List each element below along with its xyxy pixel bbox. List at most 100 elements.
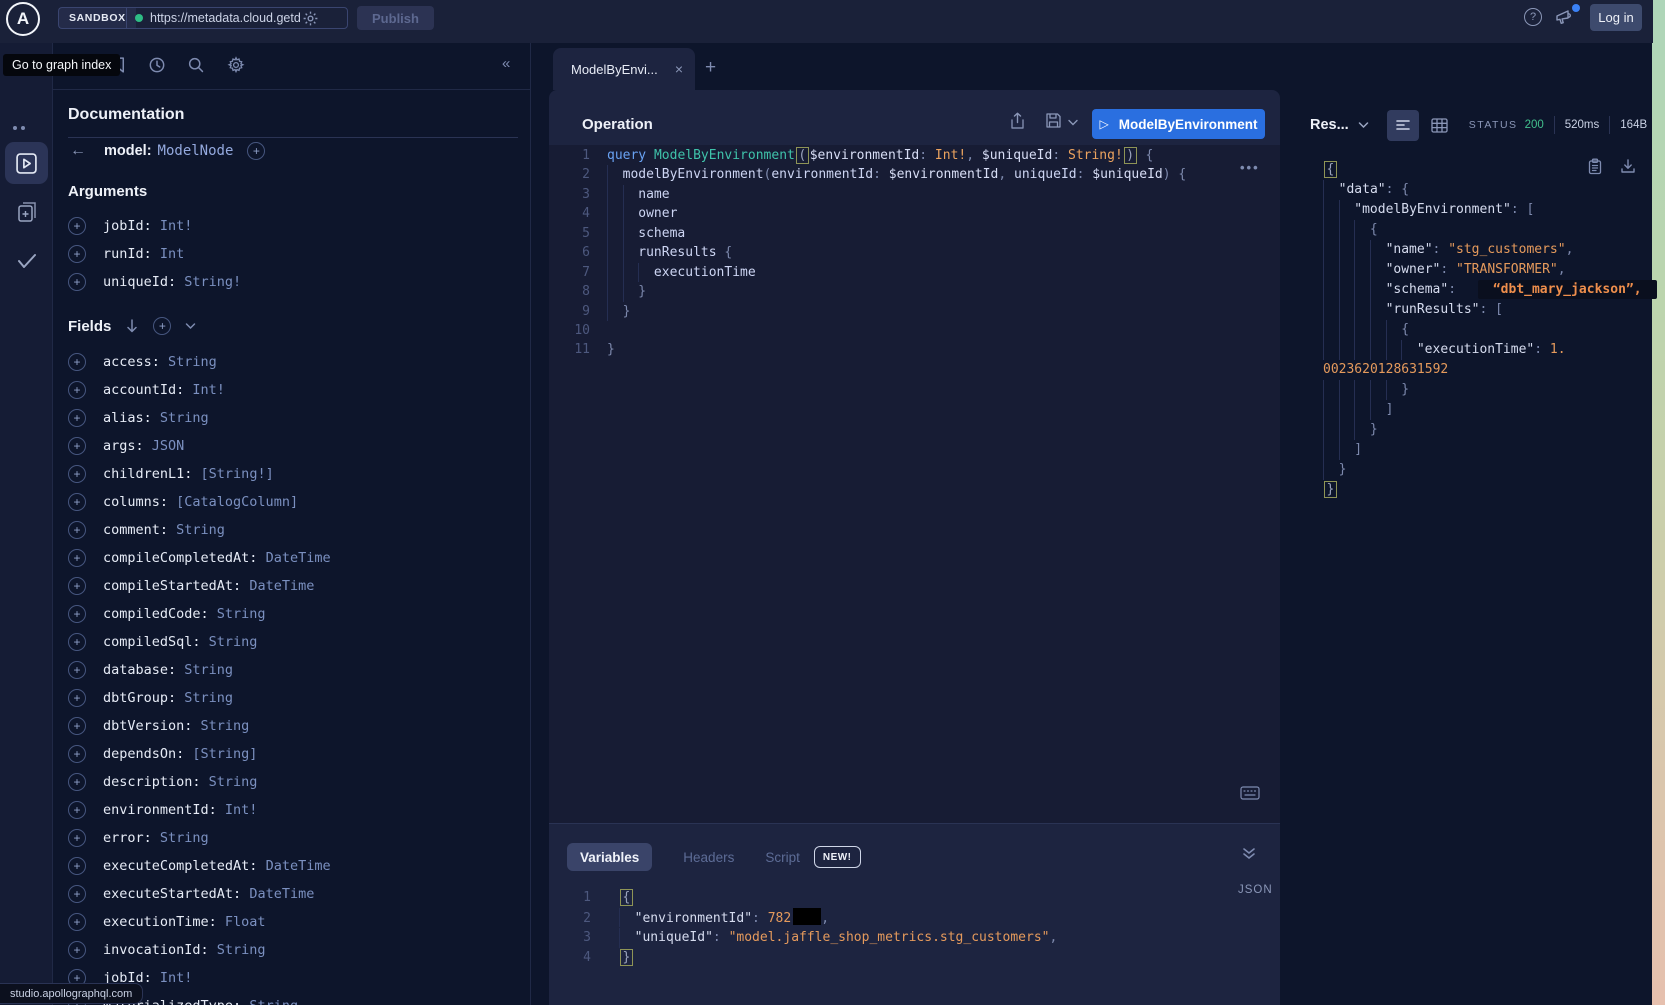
field-type[interactable]: [String!] [201,466,274,482]
variables-code-editor[interactable]: 1{2"environmentId": 782,3"uniqueId": "mo… [549,888,1269,968]
explorer-nav-item[interactable] [5,142,48,184]
schema-nav-item[interactable] [0,200,53,224]
response-title-chevron-icon[interactable] [1358,121,1369,129]
field-name[interactable]: childrenL1: [103,466,201,482]
field-name[interactable]: jobId: [103,218,160,234]
add-field-icon[interactable]: + [68,409,86,427]
add-field-icon[interactable]: + [68,353,86,371]
field-name[interactable]: dependsOn: [103,746,192,762]
field-type[interactable]: DateTime [266,858,331,874]
field-name[interactable]: runId: [103,246,160,262]
code-line[interactable]: 9} [549,302,1269,322]
code-line[interactable]: 6runResults { [549,243,1269,263]
code-line[interactable]: "modelByEnvironment": [ [1323,200,1653,220]
collapse-docs-panel-icon[interactable]: « [502,55,510,72]
field-name[interactable]: executionTime: [103,914,225,930]
field-type[interactable]: Int! [225,802,258,818]
endpoint-settings-gear-icon[interactable] [302,10,319,27]
code-line[interactable]: 3"uniqueId": "model.jaffle_shop_metrics.… [549,928,1269,948]
add-field-icon[interactable]: + [68,745,86,763]
add-field-icon[interactable]: + [68,689,86,707]
share-operation-icon[interactable] [1010,112,1025,130]
field-name[interactable]: executeCompletedAt: [103,858,266,874]
field-name[interactable]: columns: [103,494,176,510]
field-name[interactable]: dbtGroup: [103,690,184,706]
code-line[interactable]: 0023620128631592 [1323,360,1653,380]
apollo-logo[interactable]: A [6,2,40,36]
add-field-icon[interactable]: + [68,493,86,511]
code-line[interactable]: 11} [549,340,1269,359]
field-name[interactable]: environmentId: [103,802,225,818]
field-type[interactable]: DateTime [249,886,314,902]
field-name[interactable]: comment: [103,522,176,538]
code-line[interactable]: 1{ [549,888,1269,908]
search-icon[interactable] [187,56,205,74]
publish-button[interactable]: Publish [357,6,434,30]
field-type[interactable]: DateTime [249,578,314,594]
keyboard-shortcuts-icon[interactable] [1240,786,1260,800]
field-name[interactable]: accountId: [103,382,192,398]
tab-headers[interactable]: Headers [683,850,734,865]
field-name[interactable]: executeStartedAt: [103,886,249,902]
add-field-icon[interactable]: + [68,577,86,595]
field-name[interactable]: access: [103,354,168,370]
collapse-variables-icon[interactable] [1241,847,1257,861]
close-tab-icon[interactable]: × [675,61,683,77]
field-name[interactable]: database: [103,662,184,678]
field-type[interactable]: Int! [160,970,193,986]
login-button[interactable]: Log in [1590,4,1642,31]
field-name[interactable]: invocationId: [103,942,217,958]
add-field-icon[interactable]: + [68,437,86,455]
field-type[interactable]: String [201,718,250,734]
field-type[interactable]: DateTime [266,550,331,566]
settings-gear-icon[interactable] [227,56,245,74]
add-all-fields-icon[interactable]: + [153,317,171,335]
response-table-toggle[interactable] [1431,118,1448,133]
add-field-icon[interactable]: + [68,829,86,847]
field-type[interactable]: String! [184,274,241,290]
add-field-icon[interactable]: + [68,941,86,959]
code-line[interactable]: 4} [549,948,1269,968]
field-type[interactable]: String [160,410,209,426]
code-line[interactable]: "name": "stg_customers", [1323,240,1653,260]
field-name[interactable]: compileCompletedAt: [103,550,266,566]
code-line[interactable]: ] [1323,440,1653,460]
code-line[interactable]: { [1323,160,1653,180]
field-type[interactable]: String [217,606,266,622]
field-name[interactable]: compileStartedAt: [103,578,249,594]
code-line[interactable]: "data": { [1323,180,1653,200]
field-type[interactable]: [CatalogColumn] [176,494,298,510]
fields-options-chevron-icon[interactable] [185,322,196,330]
code-line[interactable]: "executionTime": 1. [1323,340,1653,360]
add-tab-icon[interactable]: + [705,57,716,79]
field-type[interactable]: [String] [192,746,257,762]
field-name[interactable]: dbtVersion: [103,718,201,734]
field-type[interactable]: String [184,662,233,678]
field-name[interactable]: args: [103,438,152,454]
add-field-icon[interactable]: + [68,773,86,791]
response-format-toggle[interactable] [1387,110,1419,141]
code-line[interactable]: 1query ModelByEnvironment($environmentId… [549,146,1269,165]
field-type[interactable]: String [249,998,298,1005]
field-type[interactable]: Int! [160,218,193,234]
code-line[interactable]: "runResults": [ [1323,300,1653,320]
docs-field-type[interactable]: ModelNode [158,143,234,159]
add-field-icon[interactable]: + [68,273,86,291]
graph-index-icon[interactable] [11,117,27,135]
field-name[interactable]: compiledCode: [103,606,217,622]
code-line[interactable]: { [1323,320,1653,340]
field-type[interactable]: Float [225,914,266,930]
code-line[interactable]: 2"environmentId": 782, [549,908,1269,929]
code-line[interactable]: } [1323,480,1653,500]
code-line[interactable]: 10 [549,321,1269,340]
field-type[interactable]: String [217,942,266,958]
save-operation-icon[interactable] [1045,112,1062,129]
add-field-icon[interactable]: + [68,885,86,903]
field-type[interactable]: Int! [192,382,225,398]
add-field-icon[interactable]: + [68,521,86,539]
field-name[interactable]: uniqueId: [103,274,184,290]
code-line[interactable]: 5schema [549,224,1269,244]
add-field-icon[interactable]: + [68,661,86,679]
field-name[interactable]: compiledSql: [103,634,209,650]
response-panel-title[interactable]: Res... [1310,117,1349,133]
